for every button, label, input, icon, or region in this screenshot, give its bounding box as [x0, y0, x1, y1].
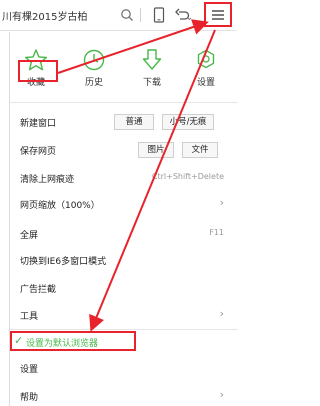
menu-clear-traces-label: 清除上网痕迹	[20, 175, 75, 185]
save-as-file-button[interactable]: 文件	[182, 142, 218, 158]
divider	[10, 102, 238, 103]
toolbar-divider	[140, 8, 141, 22]
menu-settings[interactable]: 设置	[10, 358, 238, 378]
browser-main-menu: 收藏 历史 下载 设置 新建窗口 普通 小号/无痕 保存网页 图片 文件 清除上…	[9, 32, 238, 406]
quick-downloads[interactable]: 下载	[128, 46, 176, 88]
check-icon: ✓	[14, 334, 24, 347]
quick-settings[interactable]: 设置	[182, 46, 230, 88]
menu-ie6-mode[interactable]: 切换到IE6多窗口模式	[10, 250, 238, 270]
quick-settings-label: 设置	[196, 78, 215, 88]
fullscreen-shortcut: F11	[209, 228, 224, 237]
address-bar-text[interactable]: 川有棵2015岁古柏	[2, 8, 87, 23]
settings-gear-icon	[182, 46, 230, 72]
menu-fullscreen-label: 全屏	[20, 231, 39, 241]
quick-history[interactable]: 历史	[70, 46, 118, 88]
history-clock-icon	[70, 46, 118, 72]
menu-settings-label: 设置	[20, 365, 39, 375]
menu-ie6-mode-label: 切换到IE6多窗口模式	[20, 257, 107, 267]
menu-save-page[interactable]: 保存网页 图片 文件	[10, 140, 238, 160]
highlight-box-favorites	[18, 60, 58, 82]
menu-new-window[interactable]: 新建窗口 普通 小号/无痕	[10, 112, 238, 132]
chevron-right-icon: ›	[219, 196, 224, 209]
hamburger-menu-button[interactable]	[204, 2, 232, 27]
quick-history-label: 历史	[84, 78, 103, 88]
menu-new-window-label: 新建窗口	[20, 119, 57, 129]
new-normal-window-button[interactable]: 普通	[114, 114, 154, 130]
menu-page-zoom[interactable]: 网页缩放（100%） ›	[10, 194, 238, 214]
menu-fullscreen[interactable]: 全屏 F11	[10, 224, 238, 244]
menu-save-page-label: 保存网页	[20, 147, 57, 157]
divider	[10, 329, 238, 330]
chevron-right-icon: ›	[219, 388, 224, 401]
menu-tools[interactable]: 工具 ›	[10, 305, 238, 325]
tablet-icon[interactable]	[150, 6, 168, 24]
menu-set-default-browser-label: 设置为默认浏览器	[26, 339, 99, 349]
clear-traces-shortcut: Ctrl+Shift+Delete	[151, 172, 224, 181]
chevron-right-icon: ›	[219, 307, 224, 320]
menu-ad-block[interactable]: 广告拦截	[10, 278, 238, 298]
search-icon[interactable]	[118, 6, 136, 24]
menu-tools-label: 工具	[20, 312, 39, 322]
save-as-image-button[interactable]: 图片	[138, 142, 174, 158]
menu-clear-traces[interactable]: 清除上网痕迹 Ctrl+Shift+Delete	[10, 168, 238, 188]
browser-toolbar: 川有棵2015岁古柏	[0, 0, 237, 31]
new-incognito-window-button[interactable]: 小号/无痕	[162, 114, 214, 130]
download-arrow-icon	[128, 46, 176, 72]
menu-set-default-browser[interactable]: ✓ 设置为默认浏览器	[10, 331, 136, 351]
quick-downloads-label: 下载	[142, 78, 161, 88]
menu-help[interactable]: 帮助 ›	[10, 386, 238, 406]
menu-page-zoom-label: 网页缩放（100%）	[20, 201, 100, 211]
menu-ad-block-label: 广告拦截	[20, 285, 57, 295]
menu-help-label: 帮助	[20, 393, 39, 403]
hamburger-menu-icon	[212, 9, 224, 20]
undo-icon[interactable]	[174, 6, 192, 24]
